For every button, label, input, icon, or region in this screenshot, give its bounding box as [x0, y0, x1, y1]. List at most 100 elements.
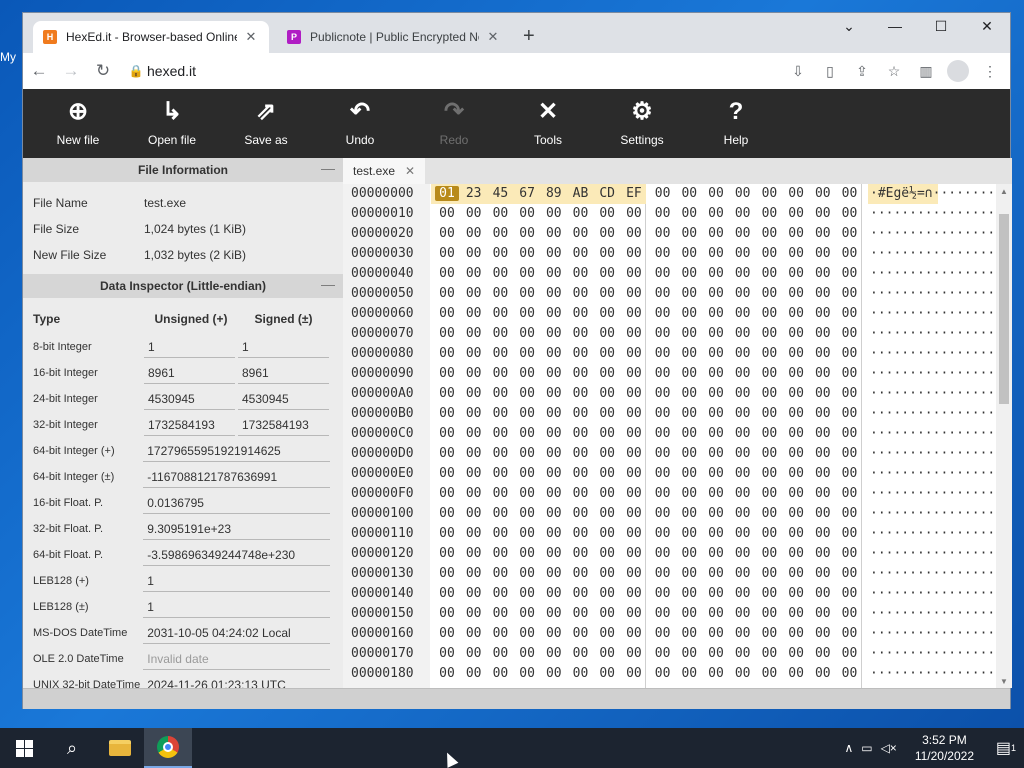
hex-byte[interactable]: 00 — [704, 666, 728, 681]
hex-byte[interactable]: 00 — [622, 606, 646, 621]
hex-byte[interactable]: 00 — [811, 586, 835, 601]
hex-byte[interactable]: 00 — [622, 426, 646, 441]
hex-byte[interactable]: 00 — [515, 606, 539, 621]
hex-byte[interactable]: 00 — [651, 466, 675, 481]
redo-button[interactable]: ↷ Redo — [407, 89, 501, 158]
hex-byte[interactable]: 00 — [435, 206, 459, 221]
hex-byte[interactable]: 00 — [731, 266, 755, 281]
ascii-text[interactable]: ················ — [870, 266, 996, 281]
hex-byte[interactable]: 00 — [435, 266, 459, 281]
ascii-text[interactable]: ················ — [870, 666, 996, 681]
hex-byte[interactable]: 00 — [704, 346, 728, 361]
hex-byte[interactable]: 00 — [569, 446, 593, 461]
hex-byte[interactable]: 00 — [757, 426, 781, 441]
hex-byte[interactable]: 00 — [542, 566, 566, 581]
back-icon[interactable]: ← — [23, 57, 55, 85]
hex-byte[interactable]: 00 — [622, 306, 646, 321]
hex-byte[interactable]: 00 — [811, 266, 835, 281]
hex-byte[interactable]: 00 — [488, 346, 512, 361]
hex-byte[interactable]: 00 — [731, 626, 755, 641]
hex-byte[interactable]: 00 — [784, 206, 808, 221]
hex-byte[interactable]: 00 — [731, 486, 755, 501]
hex-byte[interactable]: 00 — [435, 286, 459, 301]
inspector-value-field[interactable]: -3.598696349244748e+230 — [143, 544, 330, 566]
install-icon[interactable]: ⇩ — [782, 57, 814, 85]
ascii-text[interactable]: ················ — [870, 246, 996, 261]
hex-byte[interactable]: 00 — [784, 406, 808, 421]
hex-byte[interactable]: 00 — [838, 666, 862, 681]
hex-byte[interactable]: 00 — [542, 506, 566, 521]
hex-byte[interactable]: 00 — [651, 426, 675, 441]
ascii-text[interactable]: ················ — [870, 346, 996, 361]
hex-byte[interactable]: 00 — [811, 666, 835, 681]
hex-byte[interactable]: 00 — [622, 566, 646, 581]
hex-byte[interactable]: 00 — [569, 346, 593, 361]
hex-byte[interactable]: 00 — [838, 626, 862, 641]
close-window-icon[interactable]: ✕ — [964, 13, 1010, 39]
hex-byte[interactable]: 00 — [488, 486, 512, 501]
hex-byte[interactable]: 00 — [622, 326, 646, 341]
hex-byte[interactable]: 00 — [515, 326, 539, 341]
hex-byte[interactable]: 00 — [677, 186, 701, 201]
hex-byte[interactable]: 00 — [811, 526, 835, 541]
hex-byte[interactable]: 00 — [542, 586, 566, 601]
hex-byte[interactable]: 00 — [811, 446, 835, 461]
hex-byte[interactable]: 00 — [704, 466, 728, 481]
hex-byte[interactable]: 00 — [462, 346, 486, 361]
inspector-signed-field[interactable]: 8961 — [238, 362, 329, 384]
hex-byte[interactable]: 00 — [838, 226, 862, 241]
hex-byte[interactable]: 00 — [704, 586, 728, 601]
hex-byte[interactable]: 00 — [811, 646, 835, 661]
hex-byte[interactable]: 00 — [651, 546, 675, 561]
hex-byte[interactable]: 00 — [811, 546, 835, 561]
hex-byte[interactable]: 00 — [784, 486, 808, 501]
hex-grid[interactable]: 00000000 01 23 45 67 89 AB CD EF 00 00 00 00 00 00 00 00… — [343, 184, 996, 688]
hex-byte[interactable]: 00 — [704, 626, 728, 641]
hex-byte[interactable]: 00 — [757, 486, 781, 501]
hex-byte[interactable]: 00 — [435, 606, 459, 621]
hex-byte[interactable]: 00 — [515, 206, 539, 221]
hex-byte[interactable]: 00 — [542, 626, 566, 641]
hex-byte[interactable]: 00 — [569, 326, 593, 341]
ascii-text[interactable]: ················ — [870, 446, 996, 461]
hex-byte[interactable]: 00 — [731, 646, 755, 661]
new-tab-icon[interactable]: + — [523, 26, 535, 46]
network-icon[interactable]: ▭ — [857, 741, 876, 755]
hex-byte[interactable]: 00 — [731, 586, 755, 601]
hex-byte[interactable]: 00 — [704, 546, 728, 561]
hex-byte[interactable]: 00 — [462, 246, 486, 261]
hex-byte[interactable]: 00 — [838, 486, 862, 501]
hex-byte[interactable]: 00 — [622, 346, 646, 361]
hex-byte[interactable]: 00 — [435, 406, 459, 421]
close-tab-icon[interactable]: ✕ — [243, 29, 259, 45]
vertical-scrollbar[interactable]: ▲ ▼ — [996, 184, 1012, 688]
hex-byte[interactable]: 00 — [435, 426, 459, 441]
hex-byte[interactable]: 00 — [542, 446, 566, 461]
hex-byte[interactable]: 00 — [704, 266, 728, 281]
help-button[interactable]: ? Help — [689, 89, 783, 158]
hex-byte[interactable]: 00 — [731, 206, 755, 221]
hex-byte[interactable]: 00 — [595, 206, 619, 221]
hex-byte[interactable]: 00 — [488, 246, 512, 261]
hex-byte[interactable]: 00 — [784, 326, 808, 341]
hex-byte[interactable]: 00 — [515, 626, 539, 641]
hex-byte[interactable]: 00 — [595, 586, 619, 601]
hex-byte[interactable]: 00 — [838, 346, 862, 361]
hex-byte[interactable]: 00 — [731, 666, 755, 681]
ascii-text[interactable]: ················ — [870, 326, 996, 341]
hex-byte[interactable]: 00 — [515, 586, 539, 601]
file-info-header[interactable]: File Information — — [23, 158, 343, 182]
hex-byte[interactable]: 00 — [515, 526, 539, 541]
hex-byte[interactable]: 00 — [784, 446, 808, 461]
hex-byte[interactable]: 00 — [569, 586, 593, 601]
ascii-text[interactable]: ················ — [870, 646, 996, 661]
hex-byte[interactable]: 00 — [569, 366, 593, 381]
hex-byte[interactable]: 00 — [515, 546, 539, 561]
hex-byte[interactable]: 00 — [677, 666, 701, 681]
hex-byte[interactable]: 00 — [731, 346, 755, 361]
hex-byte[interactable]: 00 — [811, 506, 835, 521]
hex-byte[interactable]: 00 — [731, 606, 755, 621]
hex-byte[interactable]: 00 — [595, 286, 619, 301]
hex-byte[interactable]: 00 — [651, 346, 675, 361]
collapse-icon[interactable]: — — [321, 160, 335, 176]
